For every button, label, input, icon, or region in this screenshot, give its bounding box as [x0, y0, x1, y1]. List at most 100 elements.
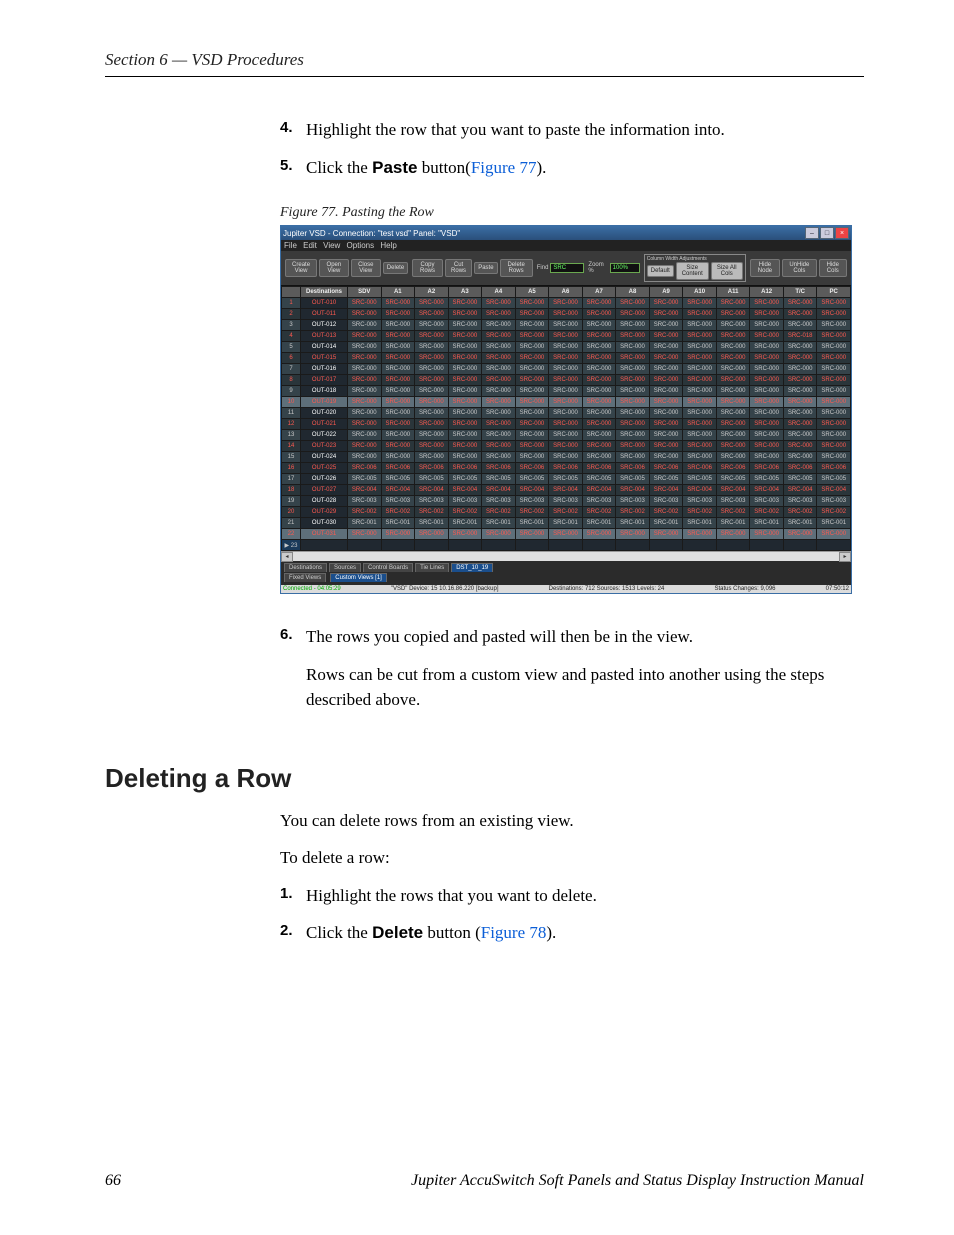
table-row[interactable]: 11OUT-020SRC-000SRC-000SRC-000SRC-000SRC…	[282, 408, 851, 419]
cell: SRC-001	[482, 518, 516, 529]
table-row[interactable]: 9OUT-018SRC-000SRC-000SRC-000SRC-000SRC-…	[282, 386, 851, 397]
zoom-input[interactable]: 100%	[610, 263, 640, 273]
cell: SRC-005	[783, 474, 817, 485]
table-row[interactable]: 7OUT-016SRC-000SRC-000SRC-000SRC-000SRC-…	[282, 364, 851, 375]
view-tab[interactable]: Destinations	[284, 563, 327, 572]
table-row[interactable]: 6OUT-015SRC-000SRC-000SRC-000SRC-000SRC-…	[282, 353, 851, 364]
close-view-button[interactable]: Close View	[351, 259, 381, 277]
delete-rows-button[interactable]: Delete Rows	[500, 259, 533, 277]
hide-cols-button[interactable]: Hide Cols	[819, 259, 847, 277]
create-view-button[interactable]: Create View	[285, 259, 317, 277]
col-header[interactable]: A2	[415, 287, 449, 298]
table-row[interactable]: 19OUT-028SRC-003SRC-003SRC-003SRC-003SRC…	[282, 496, 851, 507]
table-row[interactable]: 3OUT-012SRC-000SRC-000SRC-000SRC-000SRC-…	[282, 320, 851, 331]
view-tab[interactable]: Control Boards	[363, 563, 413, 572]
h-scrollbar[interactable]: ◂ ▸	[281, 551, 851, 561]
table-row[interactable]: 18OUT-027SRC-004SRC-004SRC-004SRC-004SRC…	[282, 485, 851, 496]
col-header[interactable]: A3	[448, 287, 482, 298]
col-header[interactable]: A7	[582, 287, 616, 298]
table-row[interactable]: 4OUT-013SRC-000SRC-000SRC-000SRC-000SRC-…	[282, 331, 851, 342]
scroll-left-icon[interactable]: ◂	[281, 552, 293, 562]
cell: SRC-004	[817, 485, 851, 496]
cell: SRC-000	[716, 441, 750, 452]
table-row[interactable]: 22OUT-031SRC-000SRC-000SRC-000SRC-000SRC…	[282, 529, 851, 540]
table-row[interactable]: 20OUT-029SRC-002SRC-002SRC-002SRC-002SRC…	[282, 507, 851, 518]
table-row[interactable]: 2OUT-011SRC-000SRC-000SRC-000SRC-000SRC-…	[282, 309, 851, 320]
cell: SRC-000	[415, 419, 449, 430]
cell: SRC-000	[415, 375, 449, 386]
row-number: 15	[282, 452, 301, 463]
table-row[interactable]: 8OUT-017SRC-000SRC-000SRC-000SRC-000SRC-…	[282, 375, 851, 386]
hide-node-button[interactable]: Hide Node	[750, 259, 780, 277]
col-header[interactable]: T/C	[783, 287, 817, 298]
open-view-button[interactable]: Open View	[319, 259, 349, 277]
view-tab[interactable]: Tie Lines	[415, 563, 449, 572]
col-header[interactable]: A10	[683, 287, 717, 298]
cell: SRC-000	[549, 397, 583, 408]
table-row[interactable]: 14OUT-023SRC-000SRC-000SRC-000SRC-000SRC…	[282, 441, 851, 452]
cell: SRC-000	[750, 342, 784, 353]
scroll-right-icon[interactable]: ▸	[839, 552, 851, 562]
maximize-icon[interactable]: □	[820, 227, 834, 239]
table-row[interactable]: 1OUT-010SRC-000SRC-000SRC-000SRC-000SRC-…	[282, 298, 851, 309]
col-header[interactable]	[282, 287, 301, 298]
dest-cell: OUT-015	[301, 353, 348, 364]
default-button[interactable]: Default	[647, 265, 674, 277]
col-header[interactable]: A6	[549, 287, 583, 298]
col-header[interactable]: A4	[482, 287, 516, 298]
cell: SRC-000	[348, 408, 382, 419]
table-row[interactable]: 12OUT-021SRC-000SRC-000SRC-000SRC-000SRC…	[282, 419, 851, 430]
table-row[interactable]: 15OUT-024SRC-000SRC-000SRC-000SRC-000SRC…	[282, 452, 851, 463]
figure-link-77[interactable]: Figure 77	[471, 158, 537, 177]
col-header[interactable]: A9	[649, 287, 683, 298]
cell: SRC-000	[515, 408, 549, 419]
table-row[interactable]: 5OUT-014SRC-000SRC-000SRC-000SRC-000SRC-…	[282, 342, 851, 353]
dest-cell: OUT-018	[301, 386, 348, 397]
find-input[interactable]: SRC	[550, 263, 584, 273]
cell: SRC-000	[783, 320, 817, 331]
cell: SRC-001	[348, 518, 382, 529]
size-content-button[interactable]: Size Content	[676, 262, 709, 280]
paste-button[interactable]: Paste	[474, 262, 497, 274]
col-header[interactable]: PC	[817, 287, 851, 298]
cell: SRC-000	[549, 430, 583, 441]
cell: SRC-000	[549, 309, 583, 320]
table-row[interactable]: 17OUT-026SRC-005SRC-005SRC-005SRC-005SRC…	[282, 474, 851, 485]
table-row[interactable]: 13OUT-022SRC-000SRC-000SRC-000SRC-000SRC…	[282, 430, 851, 441]
table-row[interactable]: ▶ 23	[282, 540, 851, 551]
unhide-cols-button[interactable]: UnHide Cols	[782, 259, 816, 277]
menu-bar[interactable]: File Edit View Options Help	[281, 240, 851, 251]
size-all-button[interactable]: Size All Cols	[711, 262, 743, 280]
cut-rows-button[interactable]: Cut Rows	[445, 259, 472, 277]
cell: SRC-000	[783, 408, 817, 419]
cell: SRC-000	[482, 419, 516, 430]
cell: SRC-000	[716, 364, 750, 375]
table-row[interactable]: 10OUT-019SRC-000SRC-000SRC-000SRC-000SRC…	[282, 397, 851, 408]
col-header[interactable]: A8	[616, 287, 650, 298]
row-number: 5	[282, 342, 301, 353]
close-icon[interactable]: ×	[835, 227, 849, 239]
figure-link-78[interactable]: Figure 78	[481, 923, 547, 942]
cell: SRC-002	[415, 507, 449, 518]
view-tab[interactable]: Sources	[329, 563, 361, 572]
grid[interactable]: DestinationsSDVA1A2A3A4A5A6A7A8A9A10A11A…	[281, 286, 851, 551]
table-row[interactable]: 16OUT-025SRC-006SRC-006SRC-006SRC-006SRC…	[282, 463, 851, 474]
view-tab[interactable]: DST_10_19	[451, 563, 493, 572]
minimize-icon[interactable]: –	[805, 227, 819, 239]
custom-views-tab[interactable]: Custom Views [1]	[330, 573, 387, 582]
table-row[interactable]: 21OUT-030SRC-001SRC-001SRC-001SRC-001SRC…	[282, 518, 851, 529]
col-header[interactable]: A12	[750, 287, 784, 298]
row-number: 12	[282, 419, 301, 430]
col-header[interactable]: Destinations	[301, 287, 348, 298]
col-header[interactable]: A1	[381, 287, 415, 298]
col-header[interactable]: A5	[515, 287, 549, 298]
col-header[interactable]: SDV	[348, 287, 382, 298]
cell: SRC-000	[348, 298, 382, 309]
copy-rows-button[interactable]: Copy Rows	[412, 259, 443, 277]
col-header[interactable]: A11	[716, 287, 750, 298]
cell: SRC-005	[381, 474, 415, 485]
cell: SRC-000	[415, 298, 449, 309]
cell: SRC-000	[415, 353, 449, 364]
delete-button[interactable]: Delete	[383, 262, 408, 274]
cell: SRC-002	[448, 507, 482, 518]
